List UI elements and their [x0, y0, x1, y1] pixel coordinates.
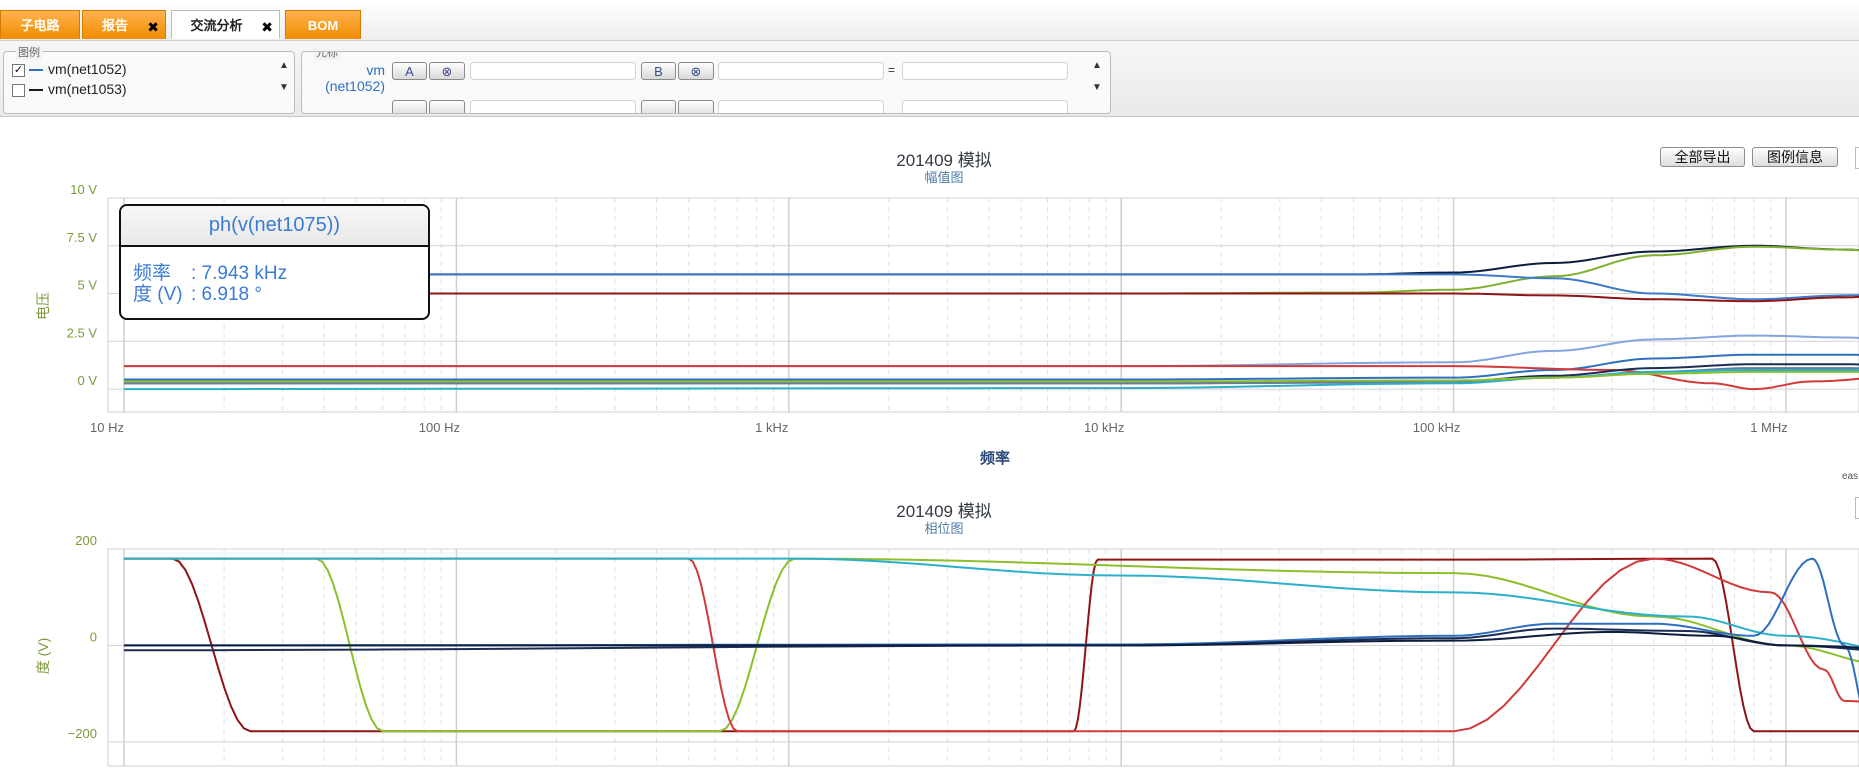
clear-icon: ⊗ [441, 64, 453, 79]
cursor-a-button-row2[interactable] [392, 100, 427, 113]
cursor-b-button[interactable]: B [641, 62, 676, 80]
cursor-diff-output-row2 [902, 100, 1068, 113]
clear-icon: ⊗ [690, 64, 702, 79]
cursor-panel-title: 光标 [314, 52, 340, 60]
cursor-a-input-row2[interactable] [470, 100, 636, 113]
series-swatch [29, 69, 43, 72]
tab-bom[interactable]: BOM [285, 10, 361, 39]
cursor-b-input-row2[interactable] [718, 100, 884, 113]
tab-label: 报告 [101, 18, 128, 33]
magnitude-chart-subtitle: 幅值图 [924, 170, 964, 185]
corner-text: eas [1842, 471, 1859, 482]
legend-item[interactable]: ✓ vm(net1052) [12, 60, 127, 78]
cursor-b-clear-button[interactable]: ⊗ [678, 62, 714, 80]
legend-info-button[interactable]: 图例信息 [1752, 147, 1838, 167]
cursor-b-button-row2[interactable] [641, 100, 676, 113]
tab-label: BOM [307, 18, 339, 33]
equals-sign: = [888, 63, 896, 77]
tab-label: 子电路 [20, 18, 60, 33]
hidden-button-edge[interactable] [1855, 147, 1859, 169]
tab-bar: 子电路 报告 ✖ 交流分析 ✖ BOM [0, 0, 1859, 41]
cursor-a-clear-button[interactable]: ⊗ [429, 62, 465, 80]
cursor-diff-output [902, 62, 1068, 80]
tooltip-label: 度 (V) [133, 284, 183, 305]
export-all-button[interactable]: 全部导出 [1660, 147, 1745, 167]
cursor-a-button[interactable]: A [392, 62, 427, 80]
legend-item-label: vm(net1053) [48, 81, 127, 97]
legend-panel-title: 图例 [16, 44, 42, 60]
cursor-a-clear-button-row2[interactable] [429, 100, 465, 113]
tab-report[interactable]: 报告 ✖ [82, 10, 166, 39]
scroll-down-icon[interactable]: ▼ [1092, 82, 1102, 93]
legend-panel: 图例 ✓ vm(net1052) vm(net1053) ▲ ▼ [3, 44, 295, 114]
phase-chart-subtitle: 相位图 [924, 521, 964, 536]
close-icon[interactable]: ✖ [147, 13, 159, 42]
scroll-up-icon[interactable]: ▲ [1092, 60, 1102, 71]
cursor-a-input[interactable] [470, 62, 636, 80]
close-icon[interactable]: ✖ [261, 13, 273, 42]
tab-subcircuit[interactable]: 子电路 [0, 10, 80, 39]
checkbox-checked[interactable]: ✓ [12, 63, 25, 77]
scroll-up-icon[interactable]: ▲ [279, 60, 289, 71]
legend-item[interactable]: vm(net1053) [12, 80, 127, 98]
cursor-signal-net: (net1052) [325, 78, 385, 94]
toolbar: 图例 ✓ vm(net1052) vm(net1053) ▲ ▼ 光标 vm (n… [0, 41, 1859, 117]
legend-item-label: vm(net1052) [48, 61, 127, 77]
tooltip-value: : 6.918 ° [191, 284, 262, 305]
tooltip-line: 度 (V) : 6.918 ° [133, 279, 262, 306]
scroll-down-icon[interactable]: ▼ [279, 82, 289, 93]
tab-ac-analysis[interactable]: 交流分析 ✖ [171, 10, 280, 39]
data-tooltip: ph(v(net1075)) 频率: 7.943 kHz 度 (V): 6.91… [119, 204, 430, 320]
series-swatch [29, 89, 43, 92]
cursor-b-input[interactable] [718, 62, 884, 80]
checkbox[interactable] [12, 83, 25, 97]
tab-label: 交流分析 [190, 18, 243, 33]
cursor-signal-name: vm [366, 62, 385, 78]
tooltip-title: ph(v(net1075)) [121, 206, 428, 247]
cursor-b-clear-button-row2[interactable] [678, 100, 714, 113]
cursor-panel: 光标 vm (net1052) A ⊗ B ⊗ = ▲ ▼ [301, 51, 1111, 114]
hidden-button-edge[interactable] [1855, 497, 1859, 519]
